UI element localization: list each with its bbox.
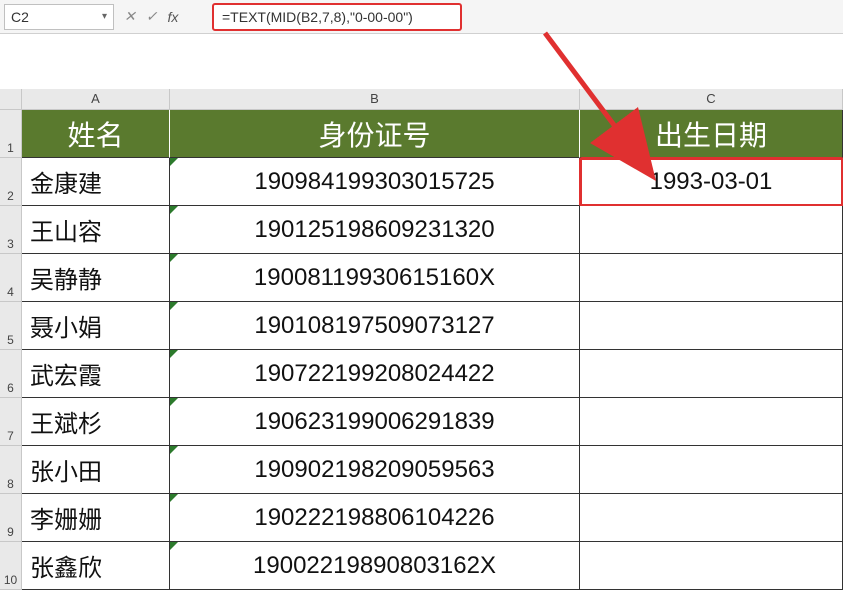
row-header[interactable]: 9 (0, 494, 22, 542)
table-row: 4 吴静静 19008119930615160X (0, 254, 843, 302)
cell-id[interactable]: 190902198209059563 (170, 446, 580, 494)
formula-text: =TEXT(MID(B2,7,8),"0-00-00") (222, 9, 413, 25)
formula-buttons: ✕ ✓ fx (124, 8, 204, 25)
cell-name[interactable]: 张小田 (22, 446, 170, 494)
table-row: 6 武宏霞 190722199208024422 (0, 350, 843, 398)
cell-name[interactable]: 金康建 (22, 158, 170, 206)
cell-name[interactable]: 李姗姗 (22, 494, 170, 542)
table-row: 3 王山容 190125198609231320 (0, 206, 843, 254)
header-dob[interactable]: 出生日期 (580, 110, 843, 158)
cell-dob[interactable] (580, 494, 843, 542)
cell-name[interactable]: 王山容 (22, 206, 170, 254)
check-icon[interactable]: ✓ (146, 8, 158, 25)
cell-id[interactable]: 190108197509073127 (170, 302, 580, 350)
cell-dob[interactable] (580, 254, 843, 302)
formula-bar: C2 ▾ ✕ ✓ fx =TEXT(MID(B2,7,8),"0-00-00") (0, 0, 843, 34)
row-header[interactable]: 4 (0, 254, 22, 302)
cell-dob[interactable]: 1993-03-01 (580, 158, 843, 206)
row-header[interactable]: 2 (0, 158, 22, 206)
header-name[interactable]: 姓名 (22, 110, 170, 158)
cell-id[interactable]: 19008119930615160X (170, 254, 580, 302)
select-all-corner[interactable] (0, 89, 22, 110)
header-id[interactable]: 身份证号 (170, 110, 580, 158)
row-header[interactable]: 10 (0, 542, 22, 590)
cell-dob[interactable] (580, 350, 843, 398)
cell-id[interactable]: 19002219890803162X (170, 542, 580, 590)
table-row: 8 张小田 190902198209059563 (0, 446, 843, 494)
cell-dob[interactable] (580, 398, 843, 446)
col-header-C[interactable]: C (580, 89, 843, 110)
cell-reference: C2 (11, 9, 29, 25)
cell-id[interactable]: 190722199208024422 (170, 350, 580, 398)
table-row: 7 王斌杉 190623199006291839 (0, 398, 843, 446)
name-box[interactable]: C2 ▾ (4, 4, 114, 30)
cell-name[interactable]: 吴静静 (22, 254, 170, 302)
col-header-B[interactable]: B (170, 89, 580, 110)
cell-dob[interactable] (580, 302, 843, 350)
cell-name[interactable]: 武宏霞 (22, 350, 170, 398)
cell-name[interactable]: 张鑫欣 (22, 542, 170, 590)
fx-icon[interactable]: fx (167, 9, 178, 25)
spreadsheet-grid: 1 姓名 身份证号 出生日期 2 金康建 190984199303015725 … (0, 110, 843, 590)
cell-id[interactable]: 190984199303015725 (170, 158, 580, 206)
table-row: 9 李姗姗 190222198806104226 (0, 494, 843, 542)
table-row: 2 金康建 190984199303015725 1993-03-01 (0, 158, 843, 206)
row-header-1[interactable]: 1 (0, 110, 22, 158)
row-header[interactable]: 6 (0, 350, 22, 398)
row-header[interactable]: 3 (0, 206, 22, 254)
cell-id[interactable]: 190125198609231320 (170, 206, 580, 254)
cell-name[interactable]: 王斌杉 (22, 398, 170, 446)
table-row: 5 聂小娟 190108197509073127 (0, 302, 843, 350)
row-header[interactable]: 5 (0, 302, 22, 350)
cell-id[interactable]: 190623199006291839 (170, 398, 580, 446)
table-header-row: 1 姓名 身份证号 出生日期 (0, 110, 843, 158)
row-header[interactable]: 7 (0, 398, 22, 446)
row-header[interactable]: 8 (0, 446, 22, 494)
cancel-icon[interactable]: ✕ (124, 8, 136, 25)
column-headers: A B C (0, 89, 843, 110)
ribbon-placeholder (0, 34, 843, 89)
formula-input[interactable]: =TEXT(MID(B2,7,8),"0-00-00") (212, 3, 462, 31)
cell-name[interactable]: 聂小娟 (22, 302, 170, 350)
cell-dob[interactable] (580, 446, 843, 494)
col-header-A[interactable]: A (22, 89, 170, 110)
cell-id[interactable]: 190222198806104226 (170, 494, 580, 542)
chevron-down-icon[interactable]: ▾ (102, 11, 107, 22)
cell-dob[interactable] (580, 542, 843, 590)
table-row: 10 张鑫欣 19002219890803162X (0, 542, 843, 590)
cell-dob[interactable] (580, 206, 843, 254)
